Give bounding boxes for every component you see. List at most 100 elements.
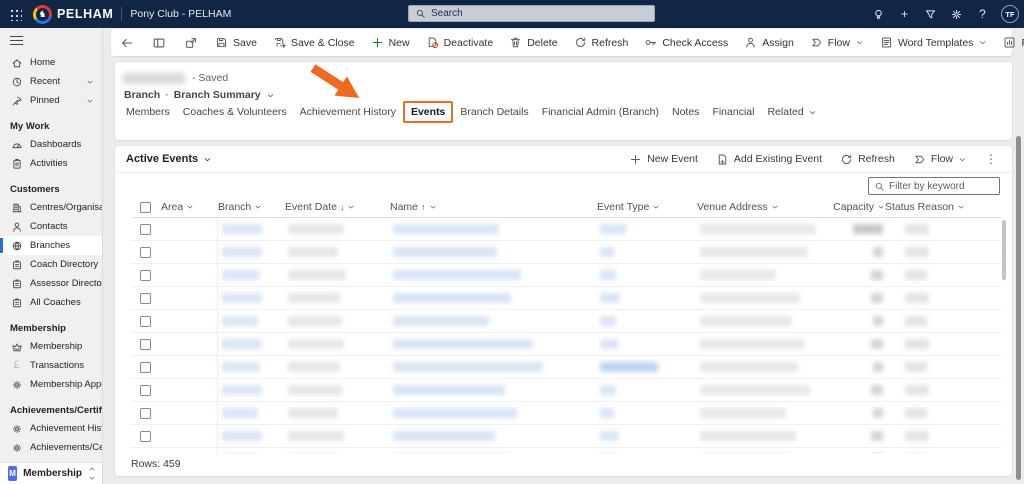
sidebar-item-activities[interactable]: Activities xyxy=(0,154,102,173)
global-search-input[interactable] xyxy=(431,8,648,19)
table-row[interactable] xyxy=(131,286,1002,310)
tab-notes[interactable]: Notes xyxy=(672,106,699,118)
tab-financial[interactable]: Financial xyxy=(712,106,754,118)
sidebar-item-achievement-history[interactable]: Achievement Hist... xyxy=(0,419,102,438)
settings-icon[interactable] xyxy=(949,8,964,21)
row-checkbox[interactable] xyxy=(140,246,151,258)
column-header-event-type[interactable]: Event Type xyxy=(597,201,697,213)
column-header-event-date[interactable]: Event Date ↓ xyxy=(285,201,390,213)
row-checkbox[interactable] xyxy=(140,407,151,419)
new-icon[interactable]: + xyxy=(897,8,912,20)
row-checkbox[interactable] xyxy=(140,315,151,327)
row-checkbox[interactable] xyxy=(140,453,151,454)
row-checkbox[interactable] xyxy=(140,384,151,396)
help-icon[interactable]: ? xyxy=(975,8,990,20)
redacted-text xyxy=(393,408,517,418)
sidebar-item-pinned[interactable]: Pinned xyxy=(0,91,102,110)
sidebar-item-all-coaches[interactable]: All Coaches xyxy=(0,293,102,312)
table-row[interactable] xyxy=(131,401,1002,425)
command-flow[interactable]: Flow xyxy=(802,29,872,56)
grid-scrollbar-thumb[interactable] xyxy=(1002,220,1006,280)
sidebar-item-coach-directory[interactable]: Coach Directory xyxy=(0,255,102,274)
row-checkbox[interactable] xyxy=(140,361,151,373)
lightbulb-icon[interactable] xyxy=(871,8,886,21)
page-scrollbar-thumb[interactable] xyxy=(1016,136,1021,480)
command-new[interactable]: New xyxy=(363,29,418,56)
tab-events[interactable]: Events xyxy=(402,101,454,123)
column-header-capacity[interactable]: Capacity xyxy=(833,201,885,213)
grid-command-new-event[interactable]: New Event xyxy=(622,146,705,173)
column-header-status-reason[interactable]: Status Reason xyxy=(885,201,1003,213)
table-row[interactable] xyxy=(131,378,1002,402)
tab-coaches-volunteers[interactable]: Coaches & Volunteers xyxy=(183,106,287,118)
sidebar-item-contacts[interactable]: Contacts xyxy=(0,217,102,236)
column-header-name[interactable]: Name ↑ xyxy=(390,201,597,213)
command-run-report[interactable]: Run Report xyxy=(995,29,1024,56)
back-button[interactable] xyxy=(111,29,143,56)
menu-icon[interactable] xyxy=(10,36,23,46)
command-check-access[interactable]: Check Access xyxy=(636,29,736,56)
pelham-logo[interactable]: ♞ xyxy=(33,4,52,24)
grid-command-flow[interactable]: Flow xyxy=(906,146,974,173)
redacted-text xyxy=(905,385,929,395)
command-refresh[interactable]: Refresh xyxy=(566,29,637,56)
select-all-checkbox[interactable] xyxy=(140,201,151,213)
column-header-area[interactable]: Area xyxy=(161,201,218,213)
sidebar-item-achievements-certificates[interactable]: Achievements/Ce... xyxy=(0,438,102,457)
grid-command-add-existing-event[interactable]: Add Existing Event xyxy=(709,146,829,173)
command-deactivate[interactable]: Deactivate xyxy=(418,29,502,56)
column-header-branch[interactable]: Branch xyxy=(218,201,285,213)
table-row[interactable] xyxy=(131,263,1002,287)
grid-filter-box[interactable] xyxy=(868,177,1000,195)
row-checkbox[interactable] xyxy=(140,338,151,350)
table-row[interactable] xyxy=(131,332,1002,356)
row-checkbox[interactable] xyxy=(140,223,151,235)
grid-command-more-commands[interactable]: ⋮ xyxy=(978,146,1004,173)
row-checkbox[interactable] xyxy=(140,269,151,281)
command-save-close[interactable]: Save & Close xyxy=(265,29,363,56)
area-switcher-chevrons[interactable] xyxy=(88,465,96,482)
sidebar-item-membership[interactable]: Membership xyxy=(0,337,102,356)
sidebar-item-assessor-directory[interactable]: Assessor Directory xyxy=(0,274,102,293)
cell-area xyxy=(161,378,218,402)
table-row[interactable] xyxy=(131,240,1002,264)
table-row[interactable] xyxy=(131,355,1002,379)
save-icon xyxy=(215,36,228,49)
show-tab-navigation-button[interactable] xyxy=(143,29,175,56)
sidebar-item-dashboards[interactable]: Dashboards xyxy=(0,135,102,154)
tab-branch-details[interactable]: Branch Details xyxy=(460,106,528,118)
grid-filter-input[interactable] xyxy=(889,180,994,192)
view-selector[interactable]: Active Events xyxy=(126,153,212,165)
open-in-new-window-button[interactable] xyxy=(175,29,207,56)
grid-command-refresh[interactable]: Refresh xyxy=(833,146,902,173)
tab-achievement-history[interactable]: Achievement History xyxy=(300,106,396,118)
filter-icon[interactable] xyxy=(923,8,938,21)
sidebar-item-recent[interactable]: Recent xyxy=(0,72,102,91)
form-selector[interactable]: Branch Summary xyxy=(174,89,261,101)
table-row[interactable] xyxy=(131,424,1002,448)
sidebar-item-membership-applications[interactable]: Membership Appl... xyxy=(0,375,102,394)
redacted-text xyxy=(222,224,262,234)
table-row[interactable] xyxy=(131,309,1002,333)
row-checkbox[interactable] xyxy=(140,430,151,442)
table-row[interactable] xyxy=(131,218,1002,241)
sidebar-item-centres-organisations[interactable]: Centres/Organisat... xyxy=(0,198,102,217)
command-word-templates[interactable]: Word Templates xyxy=(872,29,995,56)
tab-related[interactable]: Related xyxy=(767,106,816,118)
sidebar-item-branches[interactable]: Branches xyxy=(0,236,102,256)
tab-members[interactable]: Members xyxy=(126,106,170,118)
global-search-box[interactable] xyxy=(408,5,655,22)
command-delete[interactable]: Delete xyxy=(501,29,565,56)
command-save[interactable]: Save xyxy=(207,29,265,56)
command-label: Check Access xyxy=(662,36,729,49)
waffle-menu-icon[interactable] xyxy=(9,7,22,21)
tab-financial-admin-branch[interactable]: Financial Admin (Branch) xyxy=(542,106,659,118)
user-avatar[interactable]: TF xyxy=(1001,5,1019,23)
sidebar-item-transactions[interactable]: £ Transactions xyxy=(0,356,102,375)
table-row[interactable] xyxy=(131,447,1002,454)
area-switcher[interactable]: M Membership xyxy=(0,462,103,484)
sidebar-item-home[interactable]: Home xyxy=(0,53,102,72)
command-assign[interactable]: Assign xyxy=(736,29,802,56)
column-header-venue-address[interactable]: Venue Address xyxy=(697,201,837,213)
row-checkbox[interactable] xyxy=(140,292,151,304)
